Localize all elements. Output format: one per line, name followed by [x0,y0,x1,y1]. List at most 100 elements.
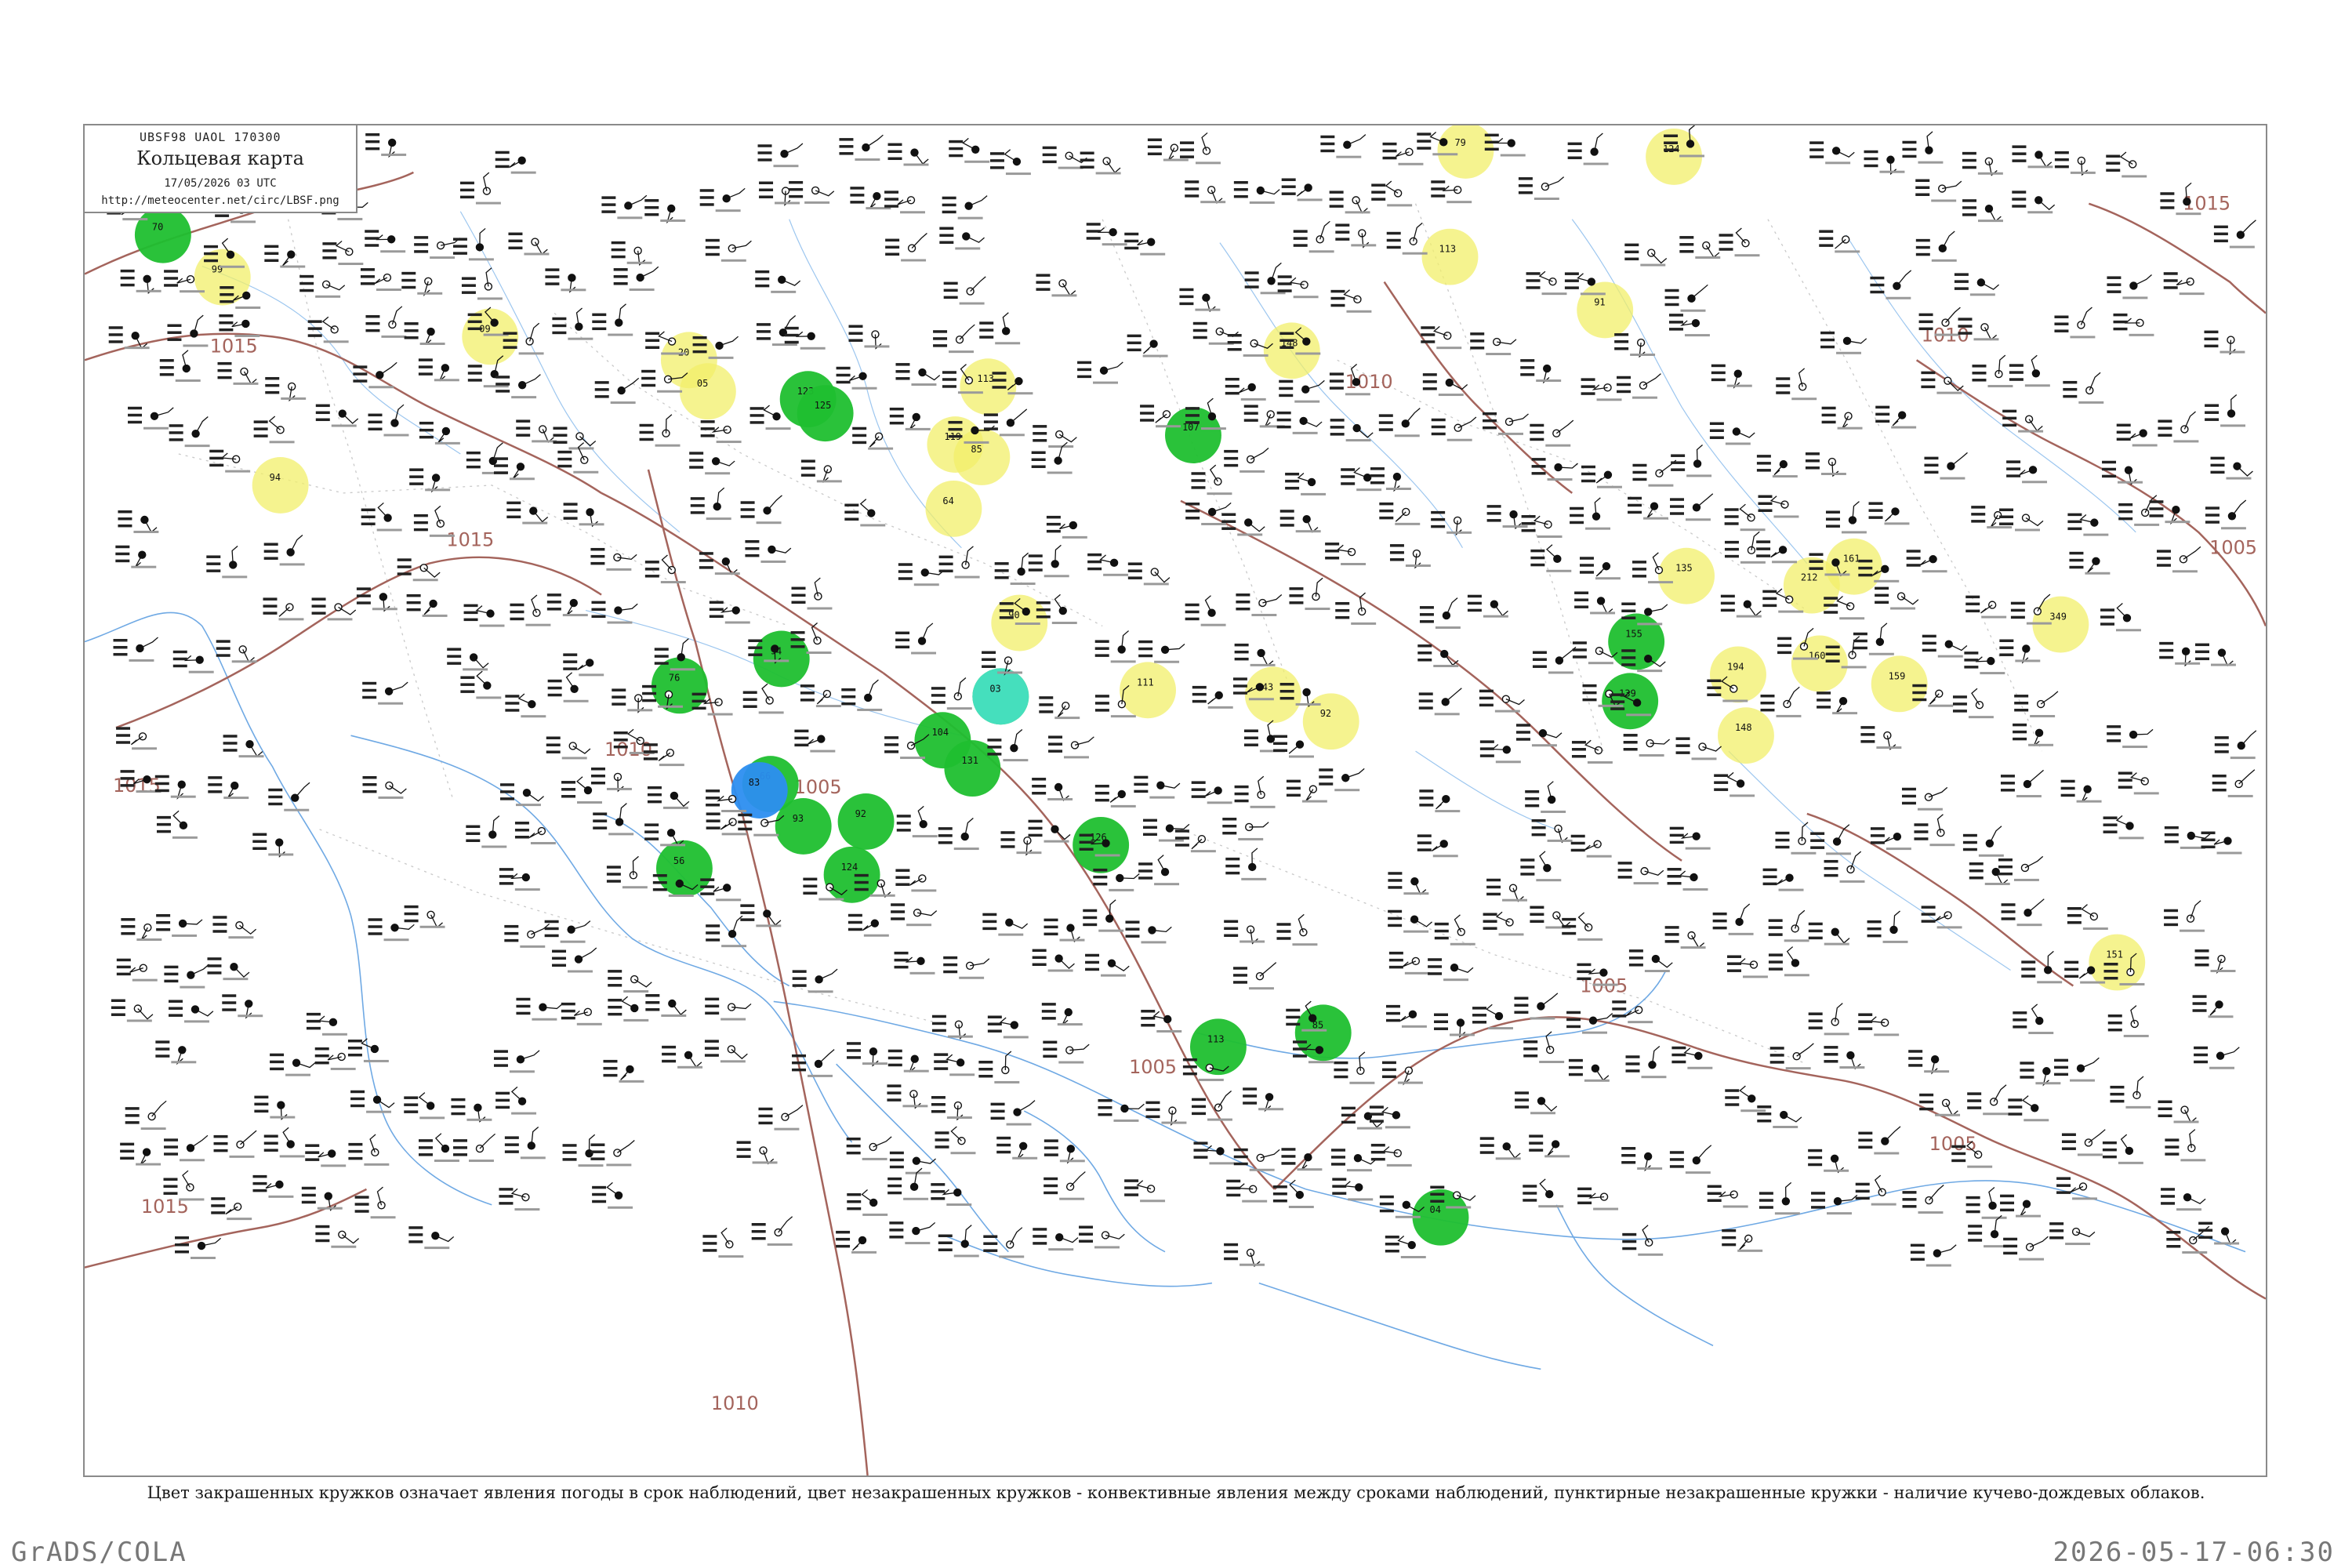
station-number-mark [1272,1185,1287,1189]
station-number-mark [253,427,268,430]
station-number-mark [1125,935,1140,938]
station-dot [436,519,445,528]
station-number-mark [895,377,910,380]
wind-barb [2183,546,2201,560]
station-name-mark [1057,1023,1083,1026]
station-number-mark [452,245,467,248]
station-number-mark [794,743,809,747]
station-number-mark [2103,816,2118,819]
station-number-mark [1086,230,1101,233]
station-number-mark [1467,594,1482,598]
station-name-mark [1158,839,1184,842]
station-number-mark [1472,1021,1487,1024]
station-number-mark [1243,1094,1258,1098]
station-number-mark [709,608,724,612]
wind-barb [2209,1004,2220,1016]
station-number-mark [1036,601,1051,604]
station-name-mark [1541,292,1567,296]
station-number-mark [1279,379,1294,383]
station-number-mark [561,795,576,798]
station-number-mark [1147,138,1162,142]
station-number-mark [1566,1011,1581,1014]
station-number-mark [1285,486,1300,490]
station-number-mark [270,1067,285,1071]
station-number-mark [705,245,720,249]
map-url[interactable]: http://meteocenter.net/circ/LBSF.png [85,194,356,207]
station-number-mark [418,358,433,361]
station-number-mark [836,1237,851,1241]
station-value: 91 [1594,296,1605,307]
station-number-mark [789,187,804,191]
station-number-mark [504,938,519,942]
station-number-mark [1341,475,1356,478]
isobar-label: 1015 [446,529,494,551]
station-number-mark [1079,1225,1094,1229]
wind-barb [1446,597,1458,616]
station-number-mark [1624,250,1639,254]
station-number-mark [2212,781,2227,785]
station-number-mark [1185,180,1200,183]
station-number-mark [606,873,621,876]
station-number-mark [495,390,510,393]
station-number-mark [2107,1014,2122,1018]
station-number-mark [1077,375,1092,379]
station-name-mark [1149,796,1175,799]
station-number-mark [163,1192,178,1195]
wind-barb [869,436,880,448]
station-number-mark [1379,1202,1394,1206]
station-name-mark [774,1127,800,1131]
station-number-mark [2204,330,2219,334]
station-name-mark [1940,477,1965,480]
station-number-mark [1222,817,1237,821]
station-number-mark [2166,1238,2181,1241]
station-number-mark [1972,372,1987,375]
station-name-mark [279,1155,305,1158]
station-name-mark [855,158,880,162]
station-number-mark [1293,237,1308,240]
station-number-mark [1972,379,1987,382]
station-number-mark [1141,1010,1156,1013]
station-number-mark [466,465,481,469]
station-name-mark [481,845,507,848]
station-number-mark [1768,953,1783,956]
station-name-mark [659,764,684,767]
station-number-mark [639,430,654,434]
station-number-mark [2061,1147,2076,1150]
station-number-mark [1341,482,1356,485]
station-number-mark [1233,187,1248,191]
station-number-mark [1417,834,1432,837]
station-number-mark [1962,213,1977,216]
station-number-mark [504,1136,519,1139]
station-number-mark [608,984,622,987]
station-name-mark [268,853,294,856]
station-name-mark [1931,199,1957,202]
wind-barb [1454,914,1462,933]
station-number-mark [642,684,657,688]
station-number-mark [2160,206,2175,209]
station-number-mark [315,1225,330,1229]
station-number-mark [641,369,656,373]
station-number-mark [934,1067,949,1070]
station-name-mark [1142,354,1168,358]
station-number-mark [401,271,416,275]
station-number-mark [1668,328,1683,331]
weather-circle [462,308,519,365]
station-number-mark [999,609,1014,612]
station-number-mark [1185,610,1200,614]
station-number-mark [1341,468,1356,471]
station-number-mark [1777,637,1792,641]
station-number-mark [418,365,433,368]
station-number-mark [125,1121,140,1124]
station-dot [441,426,451,436]
station-number-mark [983,1249,998,1252]
station-number-mark [1276,418,1291,422]
station-number-mark [207,971,222,975]
station-number-mark [206,569,221,572]
station-number-mark [1999,508,2014,512]
station-name-mark [1346,310,1372,313]
station-name-mark [2220,527,2246,530]
station-number-mark [1431,418,1446,422]
station-name-mark [1824,1169,1849,1172]
station-name-mark [476,696,502,699]
station-name-mark [238,1014,263,1018]
